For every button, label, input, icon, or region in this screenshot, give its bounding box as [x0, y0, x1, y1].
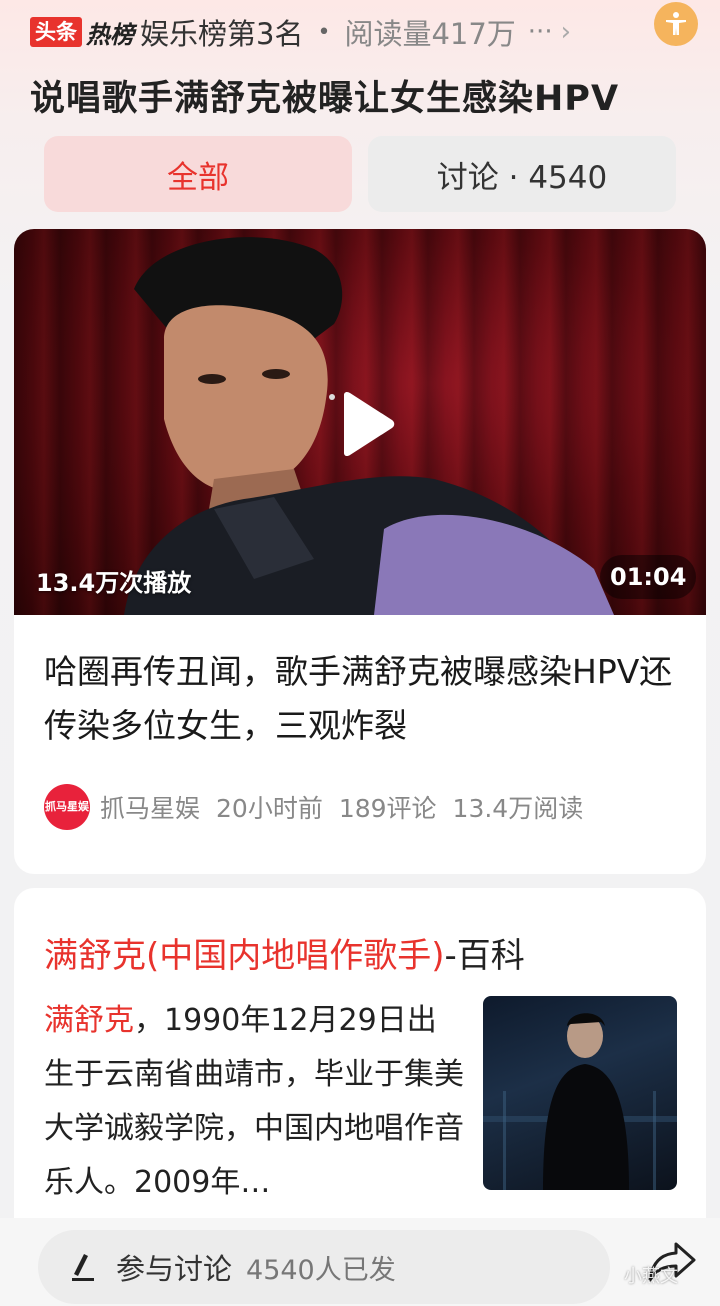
comment-input-label: 参与讨论: [116, 1252, 233, 1286]
comment-input[interactable]: 参与讨论 4540人已发: [38, 1230, 610, 1304]
source-avatar[interactable]: 抓马星娱: [44, 784, 90, 830]
wiki-title-name: 满舒克: [44, 936, 146, 976]
rank-label: 娱乐榜第3名: [140, 17, 304, 51]
video-duration: 01:04: [600, 555, 697, 599]
source-name[interactable]: 抓马星娱: [100, 789, 200, 825]
video-card[interactable]: 13.4万次播放 01:04 哈圈再传丑闻，歌手满舒克被曝感染HPV还传染多位女…: [14, 229, 706, 874]
video-meta: 抓马星娱 抓马星娱 20小时前 189评论 13.4万阅读: [44, 784, 599, 830]
post-time: 20小时前: [216, 794, 323, 823]
wiki-body-name: 满舒克: [44, 1003, 134, 1038]
portrait-silhouette: [483, 1013, 677, 1190]
separator-dot: •: [317, 19, 331, 45]
hot-list-logo: 热榜: [86, 20, 134, 49]
hot-list-header[interactable]: 头条 热榜 娱乐榜第3名 • 阅读量417万 ··· ›: [0, 0, 720, 64]
comment-count: 189评论: [338, 794, 437, 823]
encyclopedia-photo[interactable]: [483, 996, 677, 1190]
bottom-bar: 参与讨论 4540人已发: [0, 1218, 720, 1306]
play-count: 13.4万次播放: [36, 569, 192, 597]
video-title[interactable]: 哈圈再传丑闻，歌手满舒克被曝感染HPV还传染多位女生，三观炸裂: [44, 645, 684, 753]
encyclopedia-card[interactable]: 满舒克(中国内地唱作歌手)-百科 满舒克，1990年12月29日出生于云南省曲靖…: [14, 888, 706, 1218]
pen-icon: [72, 1254, 94, 1281]
read-count: 阅读量417万: [344, 17, 516, 51]
tab-discussion[interactable]: 讨论 · 4540: [368, 136, 676, 212]
encyclopedia-summary: 满舒克，1990年12月29日出生于云南省曲靖市，毕业于集美大学诚毅学院，中国内…: [44, 994, 464, 1210]
toutiao-logo: 头条: [30, 17, 82, 47]
wiki-title-paren-open: (: [146, 936, 160, 976]
watermark: 小燕文: [624, 1266, 678, 1287]
read-count-video: 13.4万阅读: [452, 794, 584, 823]
more-icon[interactable]: ···: [528, 17, 553, 47]
encyclopedia-title[interactable]: 满舒克(中国内地唱作歌手)-百科: [44, 928, 525, 977]
accessibility-button[interactable]: [654, 2, 698, 46]
chevron-right-icon[interactable]: ›: [561, 17, 571, 47]
wiki-title-paren-close: ): [431, 936, 445, 976]
page-title: 说唱歌手满舒克被曝让女生感染HPV: [30, 79, 620, 119]
accessibility-icon: [666, 12, 686, 35]
comment-participants: 4540人已发: [246, 1254, 396, 1286]
tab-all[interactable]: 全部: [44, 136, 352, 212]
video-thumbnail[interactable]: 13.4万次播放 01:04: [14, 229, 706, 615]
wiki-title-desc: 中国内地唱作歌手: [159, 936, 432, 976]
play-icon[interactable]: [336, 391, 396, 457]
wiki-title-suffix: -百科: [444, 936, 525, 976]
